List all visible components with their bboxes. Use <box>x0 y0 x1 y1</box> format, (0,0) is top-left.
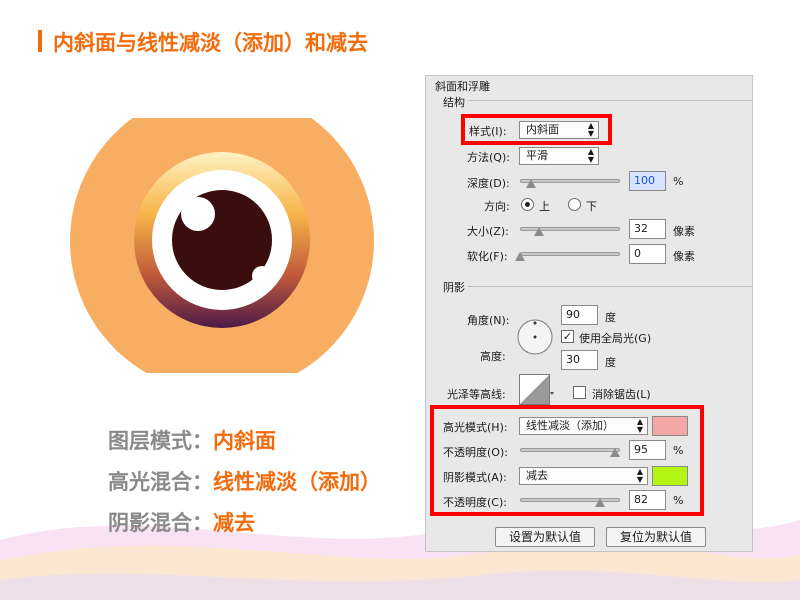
anti-aliased-checkbox[interactable] <box>573 386 586 399</box>
size-unit: 像素 <box>673 225 695 238</box>
depth-input[interactable]: 100 <box>629 171 666 191</box>
reset-default-button[interactable]: 复位为默认值 <box>606 527 706 547</box>
shading-heading: 阴影 <box>443 281 465 294</box>
altitude-label: 高度: <box>480 350 506 363</box>
global-light-checkbox[interactable]: ✓ <box>561 330 574 343</box>
depth-unit: % <box>673 175 684 188</box>
eye-reflection-large <box>181 197 215 231</box>
eye-reflection-small <box>252 266 272 286</box>
angle-input[interactable]: 90 <box>561 305 598 325</box>
size-input[interactable]: 32 <box>629 219 666 239</box>
style-highlight-frame <box>461 114 612 145</box>
soften-slider-track[interactable] <box>520 252 620 256</box>
slide-title: 内斜面与线性减淡（添加）和减去 <box>53 31 368 55</box>
bevel-emboss-panel: 斜面和浮雕 结构 样式(I): 内斜面 ▲ ▼ 方法(Q): 平滑 ▲ ▼ 深度(D… <box>425 75 753 552</box>
technique-value: 平滑 <box>526 149 548 162</box>
eye-illustration <box>70 118 374 373</box>
caption-layer-style: 图层模式：内斜面 <box>108 425 276 455</box>
depth-label: 深度(D): <box>467 177 510 190</box>
altitude-unit: 度 <box>605 356 616 369</box>
direction-down-radio[interactable] <box>568 198 581 211</box>
shading-divider <box>468 286 752 287</box>
structure-heading: 结构 <box>443 96 465 109</box>
caption-highlight-blend: 高光混合：线性减淡（添加） <box>108 466 381 496</box>
caption-value: 减去 <box>213 511 255 535</box>
size-label: 大小(Z): <box>467 225 509 238</box>
angle-dial-icon[interactable] <box>517 319 553 355</box>
soften-input[interactable]: 0 <box>629 244 666 264</box>
contour-curve-icon[interactable] <box>519 374 555 406</box>
caption-value: 内斜面 <box>213 429 276 453</box>
caption-label: 图层模式： <box>108 429 213 453</box>
technique-label: 方法(Q): <box>467 151 510 164</box>
direction-up-label: 上 <box>539 200 550 213</box>
caption-label: 阴影混合： <box>108 511 213 535</box>
make-default-button[interactable]: 设置为默认值 <box>495 527 595 547</box>
altitude-input[interactable]: 30 <box>561 350 598 370</box>
chevron-up-down-icon: ▲ ▼ <box>587 147 594 164</box>
angle-unit: 度 <box>605 311 616 324</box>
direction-label: 方向: <box>484 200 510 213</box>
structure-divider <box>468 100 752 101</box>
direction-up-radio[interactable] <box>521 198 534 211</box>
soften-label: 软化(F): <box>467 250 508 263</box>
angle-label: 角度(N): <box>467 314 510 327</box>
caption-value: 线性减淡（添加） <box>213 470 381 494</box>
caption-label: 高光混合： <box>108 470 213 494</box>
size-slider-thumb[interactable] <box>534 227 544 236</box>
panel-title: 斜面和浮雕 <box>435 80 490 93</box>
title-accent-bar <box>38 30 42 52</box>
blend-modes-highlight-frame <box>430 405 704 516</box>
gloss-contour-label: 光泽等高线: <box>447 388 506 401</box>
global-light-label: 使用全局光(G) <box>579 332 652 345</box>
soften-slider-thumb[interactable] <box>515 252 525 261</box>
anti-aliased-label: 消除锯齿(L) <box>592 388 651 401</box>
depth-slider-thumb[interactable] <box>526 179 536 188</box>
direction-down-label: 下 <box>586 200 597 213</box>
soften-unit: 像素 <box>673 250 695 263</box>
caption-shadow-blend: 阴影混合：减去 <box>108 507 255 537</box>
technique-dropdown[interactable]: 平滑 ▲ ▼ <box>519 147 599 165</box>
